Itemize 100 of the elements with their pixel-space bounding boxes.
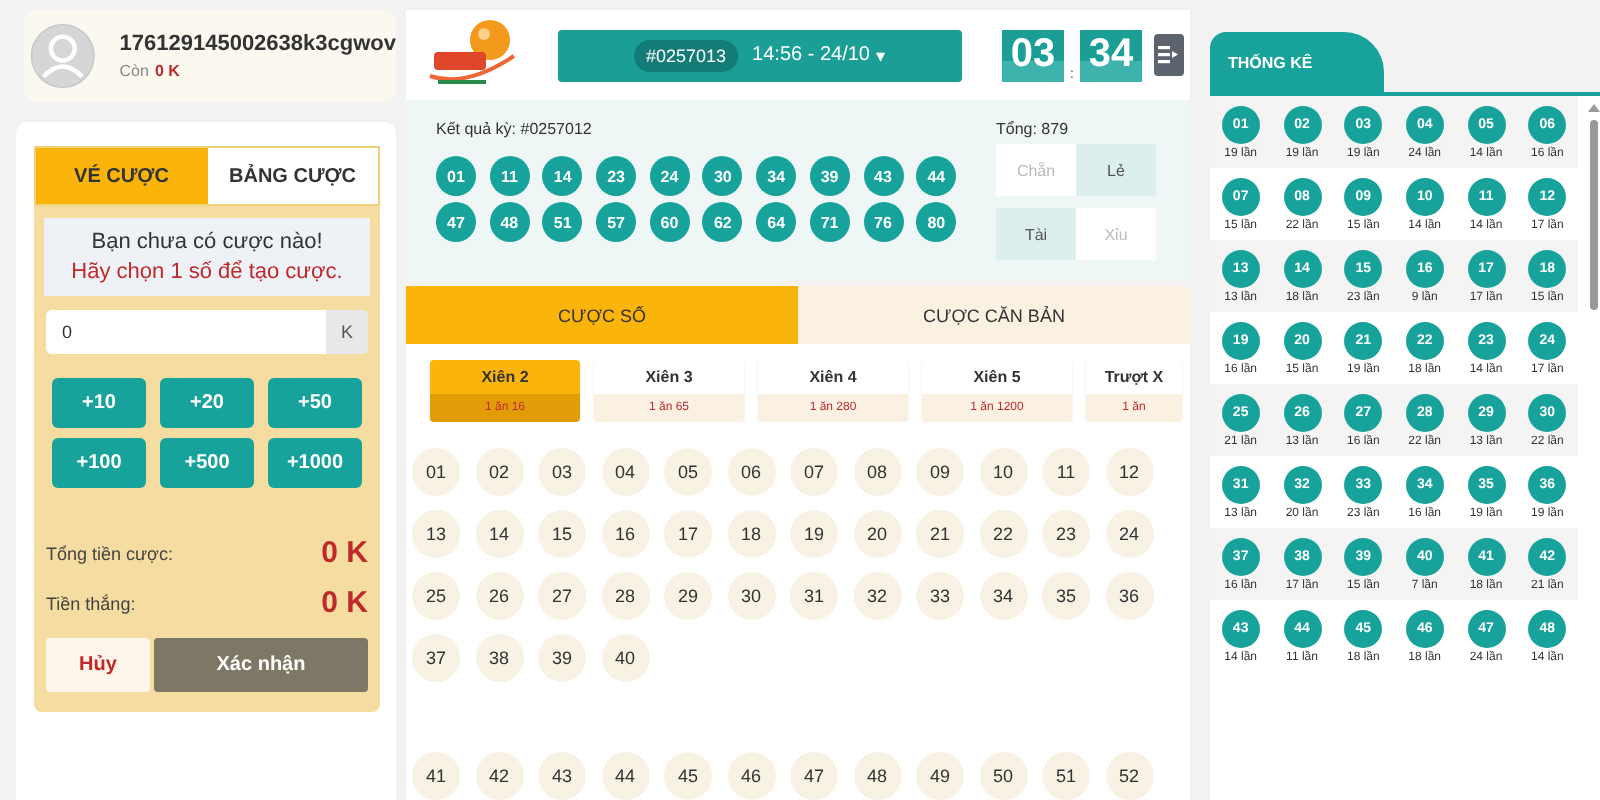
result-ball: 80 xyxy=(916,202,957,242)
result-ball: 24 xyxy=(649,156,690,196)
result-ball: 48 xyxy=(489,202,530,242)
number-ball[interactable]: 01 xyxy=(412,448,460,496)
number-ball[interactable]: 37 xyxy=(412,634,460,682)
timer-minutes: 03 xyxy=(1002,29,1064,81)
number-ball[interactable]: 08 xyxy=(853,448,901,496)
number-ball[interactable]: 05 xyxy=(664,448,712,496)
result-ball: 71 xyxy=(809,202,850,242)
bet-type-name: Xiên 5 xyxy=(971,366,1023,390)
total-label: Tổng tiền cược: xyxy=(46,543,173,563)
result-ball: 51 xyxy=(542,202,583,242)
username: 176129145002638k3cgwov xyxy=(119,32,396,56)
number-ball[interactable]: 30 xyxy=(727,572,775,620)
number-ball[interactable]: 40 xyxy=(601,634,649,682)
tab[interactable]: CƯỢC CĂN BẢN xyxy=(798,286,1190,344)
empty-message: Bạn chưa có cược nào! xyxy=(89,230,325,254)
number-ball[interactable]: 36 xyxy=(1105,572,1153,620)
number-ball[interactable]: 16 xyxy=(601,510,649,558)
number-ball[interactable]: 14 xyxy=(475,510,523,558)
number-ball[interactable]: 33 xyxy=(916,572,964,620)
number-ball[interactable]: 20 xyxy=(853,510,901,558)
number-ball[interactable]: 29 xyxy=(664,572,712,620)
result-ball: 30 xyxy=(702,156,743,196)
total-label: Tổng: 879 xyxy=(996,120,1071,138)
number-ball[interactable]: 23 xyxy=(1042,510,1090,558)
number-ball[interactable]: 45 xyxy=(664,752,712,800)
number-ball[interactable]: 06 xyxy=(727,448,775,496)
result-ball: 01 xyxy=(436,156,476,196)
number-ball[interactable]: 09 xyxy=(916,448,964,496)
number-ball[interactable]: 19 xyxy=(790,510,838,558)
timer-seconds: 34 xyxy=(1079,29,1142,81)
number-ball[interactable]: 39 xyxy=(538,634,586,682)
bet-type-name: Xiên 3 xyxy=(643,366,695,390)
hint-text: Hãy chọn 1 số để tạo cược. xyxy=(69,260,345,284)
result-ball: 39 xyxy=(809,156,850,196)
number-ball[interactable]: 34 xyxy=(979,572,1027,620)
confirm-button[interactable]: Xác nhận xyxy=(154,638,368,692)
number-ball[interactable]: 46 xyxy=(727,752,775,800)
result-label: Kết quả kỳ: #0257012 xyxy=(436,120,594,138)
unit-label: K xyxy=(326,310,368,354)
number-ball[interactable]: 42 xyxy=(475,752,523,800)
menu-icon xyxy=(1158,46,1179,64)
number-ball[interactable]: 10 xyxy=(979,448,1027,496)
number-ball[interactable]: 28 xyxy=(601,572,649,620)
number-ball[interactable]: 11 xyxy=(1042,448,1090,496)
total-value: 0 K xyxy=(321,586,368,620)
number-ball[interactable]: 27 xyxy=(538,572,586,620)
number-ball[interactable]: 03 xyxy=(538,448,586,496)
result-ball: 76 xyxy=(863,202,903,242)
result-ball: 11 xyxy=(489,156,530,196)
number-ball[interactable]: 26 xyxy=(475,572,523,620)
total-label: Tiền thắng: xyxy=(46,593,136,613)
cancel-button[interactable]: Hủy xyxy=(46,638,150,692)
number-ball[interactable]: 12 xyxy=(1105,448,1153,496)
number-ball[interactable]: 44 xyxy=(601,752,649,800)
number-ball[interactable]: 32 xyxy=(853,572,901,620)
number-ball[interactable]: 52 xyxy=(1105,752,1153,800)
number-ball[interactable]: 25 xyxy=(412,572,460,620)
menu-button[interactable] xyxy=(1153,34,1184,76)
number-ball[interactable]: 38 xyxy=(475,634,523,682)
number-ball[interactable]: 51 xyxy=(1042,752,1090,800)
balance-value: 0 K xyxy=(154,62,180,80)
tab[interactable]: CƯỢC SỐ xyxy=(406,286,798,344)
result-ball: 64 xyxy=(756,202,797,242)
number-ball[interactable]: 04 xyxy=(601,448,649,496)
caret-icon: ▾ xyxy=(875,45,886,65)
number-ball[interactable]: 02 xyxy=(475,448,523,496)
number-ball[interactable]: 43 xyxy=(538,752,586,800)
result-indicator: Lẻ xyxy=(1076,144,1156,196)
round-badge: #0257013 xyxy=(634,39,739,71)
number-ball[interactable]: 22 xyxy=(979,510,1027,558)
tab[interactable]: VÉ CƯỢC xyxy=(36,148,207,204)
amount-field[interactable]: 0 K xyxy=(46,310,368,354)
result-ball: 62 xyxy=(702,202,743,242)
number-ball[interactable]: 07 xyxy=(790,448,838,496)
number-ball[interactable]: 50 xyxy=(979,752,1027,800)
balance-label: Còn xyxy=(119,62,149,80)
result-indicator: Tài xyxy=(996,208,1076,260)
result-ball: 14 xyxy=(542,156,583,196)
number-ball[interactable]: 35 xyxy=(1042,572,1090,620)
number-ball[interactable]: 31 xyxy=(790,572,838,620)
number-ball[interactable]: 24 xyxy=(1105,510,1153,558)
number-ball[interactable]: 49 xyxy=(916,752,964,800)
number-ball[interactable]: 17 xyxy=(664,510,712,558)
result-indicator: Xỉu xyxy=(1076,208,1156,260)
result-indicator: Chẵn xyxy=(996,144,1076,196)
number-ball[interactable]: 13 xyxy=(412,510,460,558)
number-ball[interactable]: 47 xyxy=(790,752,838,800)
number-ball[interactable]: 41 xyxy=(412,752,460,800)
number-ball[interactable]: 18 xyxy=(727,510,775,558)
total-value: 0 K xyxy=(321,536,368,570)
round-selector[interactable]: #0257013 14:56 - 24/10 ▾ xyxy=(558,29,962,81)
bet-type-name: Trượt X xyxy=(1102,366,1166,390)
bet-type-name: Xiên 2 xyxy=(430,360,580,394)
number-ball[interactable]: 21 xyxy=(916,510,964,558)
number-ball[interactable]: 48 xyxy=(853,752,901,800)
round-time: 14:56 - 24/10 xyxy=(752,44,870,66)
bet-type-name: Xiên 4 xyxy=(807,366,859,390)
number-ball[interactable]: 15 xyxy=(538,510,586,558)
